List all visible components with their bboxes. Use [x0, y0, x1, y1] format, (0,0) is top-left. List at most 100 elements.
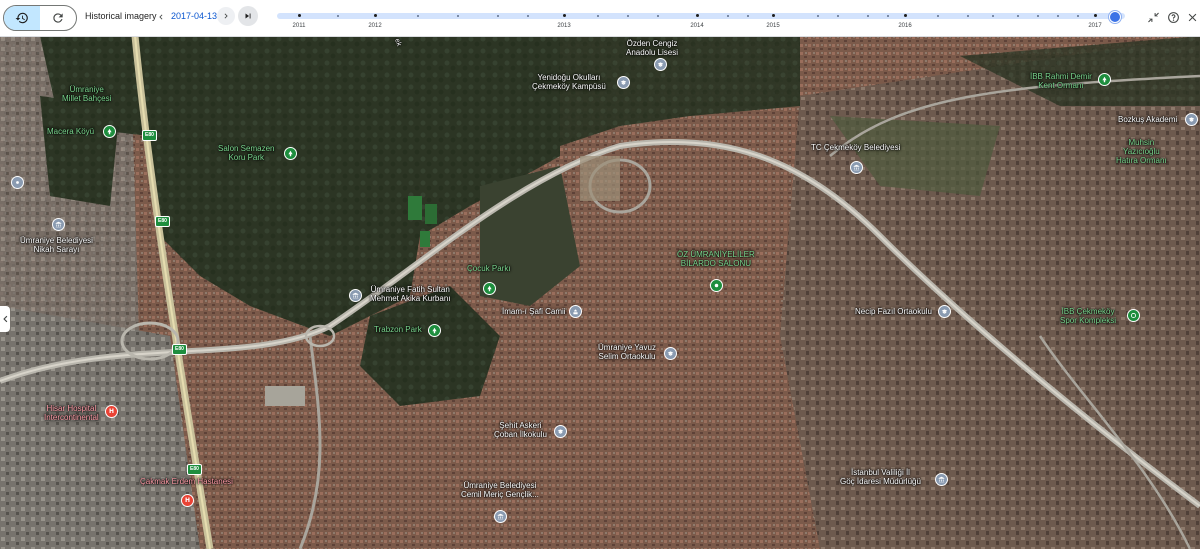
- timeline-capture-dot[interactable]: [817, 15, 819, 17]
- place-label-cocuk-parki[interactable]: Çocuk Parkı: [467, 264, 511, 273]
- park-pin[interactable]: [483, 282, 496, 295]
- timeline-year-marker[interactable]: [772, 14, 775, 17]
- timeline-capture-dot[interactable]: [457, 15, 459, 17]
- government-pin[interactable]: [52, 218, 65, 231]
- timeline-capture-dot[interactable]: [1057, 15, 1059, 17]
- place-label-bozkus-akademi[interactable]: Bozkuş Akademi: [1118, 115, 1177, 124]
- chevron-left-icon: [159, 14, 163, 20]
- place-label-muhsin-yazicioglu[interactable]: Muhsin Yazıcıoğlu Hatıra Ormanı: [1116, 138, 1167, 165]
- place-label-necip-fazil-ortaokulu[interactable]: Necip Fazıl Ortaokulu: [855, 307, 932, 316]
- school-pin[interactable]: [664, 347, 677, 360]
- sports-icon: [1130, 312, 1137, 319]
- place-label-hisar-hospital[interactable]: Hisar Hospital Intercontinental: [44, 404, 99, 422]
- timeline-capture-dot[interactable]: [497, 15, 499, 17]
- timeline-year-marker[interactable]: [298, 14, 301, 17]
- place-label-umraniye-yavuz-selim[interactable]: Ümraniye Yavuz Selim Ortaokulu: [598, 343, 656, 361]
- government-pin[interactable]: [850, 161, 863, 174]
- timeline-capture-dot[interactable]: [992, 15, 994, 17]
- place-label-macera-koyu[interactable]: Macera Köyü: [47, 127, 94, 136]
- sports-pin[interactable]: [1127, 309, 1140, 322]
- place-label-umraniye-fatih-sultan[interactable]: Ümraniye Fatih Sultan Mehmet Akika Kurban…: [370, 285, 450, 303]
- timeline-capture-dot[interactable]: [657, 15, 659, 17]
- hospital-icon: H: [108, 407, 115, 415]
- park-pin[interactable]: [428, 324, 441, 337]
- school-pin[interactable]: [654, 58, 667, 71]
- place-label-oz-umraniyeliler[interactable]: ÖZ ÜMRANİYELİLER BİLARDO SALONU: [677, 250, 755, 268]
- previous-date-button[interactable]: [155, 9, 167, 25]
- school-pin[interactable]: [617, 76, 630, 89]
- satellite-map[interactable]: E80 E80 E80 E80 ek Ümraniye Millet Bahçes…: [0, 36, 1200, 549]
- historical-imagery-label: Historical imagery: [85, 11, 157, 21]
- school-icon: [657, 62, 664, 67]
- timeline-year-marker[interactable]: [1094, 14, 1097, 17]
- year-label-2015: 2015: [766, 23, 780, 29]
- timeline-year-marker[interactable]: [904, 14, 907, 17]
- hospital-pin[interactable]: H: [105, 405, 118, 418]
- place-label-salon-semazen[interactable]: Salon Semazen Koru Park: [218, 144, 274, 162]
- history-button[interactable]: [4, 6, 40, 30]
- place-label-umraniye-belediyesi-nikah[interactable]: Ümraniye Belediyesi Nikah Sarayı: [20, 236, 93, 254]
- park-pin[interactable]: [1098, 73, 1111, 86]
- year-label-2016: 2016: [898, 23, 912, 29]
- place-label-sehit-askeri[interactable]: Şehit Askeri Çoban İlkokulu: [494, 421, 547, 439]
- place-label-cakmak-erdem[interactable]: Çakmak Erdem Hastanesi: [140, 477, 233, 486]
- government-pin[interactable]: [349, 289, 362, 302]
- park-pin[interactable]: [103, 125, 116, 138]
- timeline-track[interactable]: [277, 13, 1125, 19]
- imagery-timeline[interactable]: 2011 2012 2013 2014 2015 2016 2017: [277, 6, 1125, 34]
- refresh-button[interactable]: [40, 6, 76, 30]
- place-label-yenidogu-okullari[interactable]: Yenidoğu Okulları Çekmeköy Kampüsü: [532, 73, 606, 91]
- place-label-ibb-rahmi-demir[interactable]: İBB Rahmi Demir Kent Ormanı: [1030, 72, 1092, 90]
- mosque-icon: [573, 309, 578, 315]
- school-pin[interactable]: [1185, 113, 1198, 126]
- timeline-thumb[interactable]: [1109, 11, 1121, 23]
- timeline-capture-dot[interactable]: [337, 15, 339, 17]
- school-icon: [1188, 117, 1195, 122]
- park-pin[interactable]: [284, 147, 297, 160]
- timeline-capture-dot[interactable]: [937, 15, 939, 17]
- hospital-icon: H: [184, 496, 191, 504]
- timeline-capture-dot[interactable]: [597, 15, 599, 17]
- government-building-icon: [938, 476, 945, 483]
- billiards-pin[interactable]: [710, 279, 723, 292]
- place-label-imam-i-safi-camii[interactable]: İmam-ı Şafi Camii: [502, 307, 566, 316]
- timeline-year-marker[interactable]: [374, 14, 377, 17]
- place-label-umraniye-cemil-meric[interactable]: Ümraniye Belediyesi Cemil Meriç Gençlik..…: [461, 481, 539, 499]
- government-pin[interactable]: [494, 510, 507, 523]
- selected-date[interactable]: 2017-04-13: [171, 11, 217, 21]
- place-label-trabzon-park[interactable]: Trabzon Park: [374, 325, 422, 334]
- timeline-capture-dot[interactable]: [727, 15, 729, 17]
- timeline-capture-dot[interactable]: [837, 15, 839, 17]
- side-panel-toggle[interactable]: [0, 306, 10, 332]
- tree-icon: [487, 285, 492, 292]
- place-label-tc-cekmekoy-belediyesi[interactable]: TC Çekmeköy Belediyesi: [811, 143, 900, 152]
- timeline-capture-dot[interactable]: [747, 15, 749, 17]
- hospital-pin[interactable]: H: [181, 494, 194, 507]
- next-date-button[interactable]: [217, 7, 235, 25]
- mosque-pin[interactable]: [569, 305, 582, 318]
- collapse-button[interactable]: [1145, 9, 1161, 25]
- close-button[interactable]: [1184, 9, 1200, 25]
- timeline-capture-dot[interactable]: [417, 15, 419, 17]
- latest-date-button[interactable]: [238, 6, 258, 26]
- timeline-year-marker[interactable]: [563, 14, 566, 17]
- timeline-capture-dot[interactable]: [1017, 15, 1019, 17]
- timeline-capture-dot[interactable]: [887, 15, 889, 17]
- timeline-capture-dot[interactable]: [967, 15, 969, 17]
- place-label-umraniye-millet-bahcesi[interactable]: Ümraniye Millet Bahçesi: [62, 85, 111, 103]
- place-label-istanbul-valiligi[interactable]: İstanbul Valiliği İl Göç İdaresi Müdürlüğ…: [840, 468, 921, 486]
- tree-icon: [432, 327, 437, 334]
- government-pin[interactable]: [935, 473, 948, 486]
- timeline-capture-dot[interactable]: [627, 15, 629, 17]
- place-label-ozden-cengiz[interactable]: Özden Cengiz Anadolu Lisesi: [626, 39, 678, 57]
- timeline-capture-dot[interactable]: [867, 15, 869, 17]
- location-pin[interactable]: [11, 176, 24, 189]
- help-button[interactable]: [1165, 9, 1181, 25]
- timeline-capture-dot[interactable]: [527, 15, 529, 17]
- timeline-capture-dot[interactable]: [1077, 15, 1079, 17]
- timeline-year-marker[interactable]: [696, 14, 699, 17]
- school-pin[interactable]: [554, 425, 567, 438]
- place-label-ibb-cekmekoy-spor[interactable]: İBB Çekmeköy Spor Kompleksi: [1060, 307, 1116, 325]
- timeline-capture-dot[interactable]: [1037, 15, 1039, 17]
- school-pin[interactable]: [938, 305, 951, 318]
